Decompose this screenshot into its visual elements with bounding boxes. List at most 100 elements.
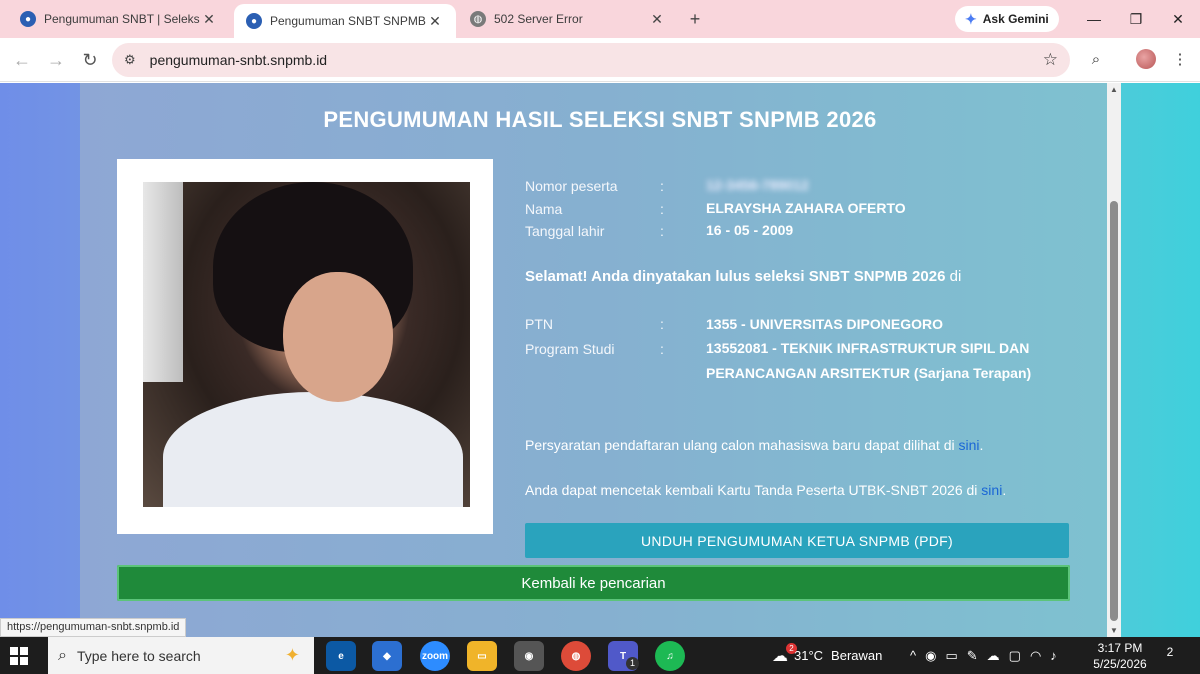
search-highlight-icon: ✦ (284, 645, 300, 665)
nomor-peserta-value: 12-3456-789012 (706, 177, 809, 193)
participant-photo (143, 182, 470, 507)
taskbar-search-box[interactable]: ⌕ Type here to search ✦ (48, 637, 314, 674)
tab-strip: ● Pengumuman SNBT | Seleksi Na ✕ ● Pengu… (0, 0, 1200, 38)
record-icon[interactable]: ◉ (925, 648, 936, 664)
pen-icon[interactable]: ✎ (967, 648, 978, 664)
congrats-message: Selamat! Anda dinyatakan lulus seleksi S… (525, 268, 961, 285)
colon: : (660, 341, 664, 357)
notification-center-icon[interactable]: 2 (1160, 645, 1180, 665)
tanggal-lahir-value: 16 - 05 - 2009 (706, 222, 794, 238)
windows-logo-pane (20, 657, 28, 665)
tab-502-server-error[interactable]: ◍ 502 Server Error ✕ (458, 0, 678, 38)
photo-background-pillar (143, 182, 183, 382)
forward-arrow-icon[interactable]: → (44, 48, 68, 72)
file-explorer-icon[interactable]: ▭ (467, 641, 497, 671)
wifi-icon[interactable]: ◠ (1030, 648, 1041, 664)
reload-icon[interactable]: ↻ (78, 48, 102, 72)
tab-title: Pengumuman SNBT | Seleksi Na (44, 12, 200, 26)
close-icon[interactable]: ✕ (200, 11, 218, 28)
system-tray: ^ ◉ ▭ ✎ ☁ ▢ ◠ ♪ (910, 637, 1057, 674)
status-bar-url: https://pengumuman-snbt.snpmb.id (0, 618, 187, 637)
requirements-link[interactable]: sini (959, 437, 980, 453)
scroll-down-icon[interactable]: ▼ (1110, 626, 1118, 635)
page-title: PENGUMUMAN HASIL SELEKSI SNBT SNPMB 2026 (323, 107, 877, 132)
taskbar-clock[interactable]: 3:17 PM 5/25/2026 (1088, 640, 1152, 672)
page-background: PENGUMUMAN HASIL SELEKSI SNBT SNPMB 2026… (0, 83, 1200, 637)
ask-gemini-button[interactable]: ✦ Ask Gemini (955, 6, 1059, 32)
windows-logo-pane (10, 647, 18, 655)
scrollbar-thumb[interactable] (1110, 201, 1118, 621)
gemini-sparkle-icon: ✦ (965, 10, 977, 27)
site-info-icon[interactable]: ⚙ (124, 52, 136, 68)
scroll-up-icon[interactable]: ▲ (1110, 85, 1118, 94)
photo-shirt (163, 392, 463, 507)
tab-title: 502 Server Error (494, 12, 583, 26)
participant-photo-frame (117, 159, 493, 534)
requirements-text: Persyaratan pendaftaran ulang calon maha… (525, 437, 983, 453)
edge-icon[interactable]: e (326, 641, 356, 671)
weather-widget[interactable]: ☁ 2 31°C Berawan (772, 637, 882, 674)
search-placeholder: Type here to search (76, 647, 201, 664)
volume-icon[interactable]: ♪ (1050, 648, 1057, 663)
windows-taskbar: ⌕ Type here to search ✦ e ◆ zoom ▭ ◉ ◍ T… (0, 637, 1200, 674)
tab-pengumuman-snbt-seleksi[interactable]: ● Pengumuman SNBT | Seleksi Na ✕ (8, 0, 230, 38)
globe-icon: ◍ (470, 11, 486, 27)
zoom-icon[interactable]: zoom (420, 641, 450, 671)
camera-icon[interactable]: ◉ (514, 641, 544, 671)
chrome-icon[interactable]: ◍ (561, 641, 591, 671)
close-icon[interactable]: ✕ (426, 13, 444, 30)
tab-title: Pengumuman SNBT SNPMB 20 (270, 14, 426, 28)
spotify-icon[interactable]: ♫ (655, 641, 685, 671)
tanggal-lahir-label: Tanggal lahir (525, 223, 605, 239)
chevron-up-icon[interactable]: ^ (910, 648, 916, 663)
print-card-text: Anda dapat mencetak kembali Kartu Tanda … (525, 482, 1006, 498)
windows-logo-pane (10, 657, 18, 665)
photos-app-icon[interactable]: ◆ (372, 641, 402, 671)
new-tab-button[interactable]: + (684, 8, 706, 30)
nomor-peserta-label: Nomor peserta (525, 178, 618, 194)
clock-time: 3:17 PM (1097, 641, 1143, 655)
requirements-sentence: Persyaratan pendaftaran ulang calon maha… (525, 437, 959, 453)
notification-count: 2 (1166, 645, 1174, 659)
congrats-bold: Selamat! Anda dinyatakan lulus seleksi S… (525, 268, 946, 285)
weather-badge: 2 (786, 643, 797, 654)
print-card-sentence: Anda dapat mencetak kembali Kartu Tanda … (525, 482, 982, 498)
close-window-icon[interactable]: ✕ (1156, 6, 1200, 32)
back-arrow-icon[interactable]: ← (10, 48, 34, 72)
clock-date: 5/25/2026 (1093, 657, 1147, 671)
url-text: pengumuman-snbt.snpmb.id (149, 52, 328, 68)
tab-pengumuman-snbt-snpmb[interactable]: ● Pengumuman SNBT SNPMB 20 ✕ (234, 4, 456, 38)
photo-face (283, 272, 393, 402)
close-icon[interactable]: ✕ (648, 11, 666, 28)
scrollbar[interactable]: ▲ ▼ (1107, 83, 1121, 637)
colon: : (660, 223, 664, 239)
search-icon: ⌕ (58, 646, 67, 664)
restore-icon[interactable]: ❐ (1114, 6, 1158, 32)
ptn-label: PTN (525, 316, 553, 332)
windows-logo-pane (20, 647, 28, 655)
print-card-link[interactable]: sini (981, 482, 1002, 498)
battery-icon[interactable]: ▭ (945, 648, 957, 664)
bookmark-star-icon[interactable]: ☆ (1043, 50, 1058, 70)
cloud-sync-icon[interactable]: ☁ (987, 648, 1000, 664)
colon: : (660, 178, 664, 194)
browser-toolbar: ← → ↻ ⚙ pengumuman-snbt.snpmb.id ☆ ⌕ ⋮ (0, 38, 1200, 82)
weather-temperature: 31°C (794, 648, 824, 663)
period: . (979, 437, 984, 453)
display-icon[interactable]: ▢ (1009, 648, 1021, 664)
ptn-value: 1355 - UNIVERSITAS DIPONEGORO (706, 316, 944, 332)
address-bar[interactable]: ⚙ pengumuman-snbt.snpmb.id ☆ (112, 43, 1070, 77)
lens-search-icon[interactable]: ⌕ (1084, 48, 1108, 72)
congrats-tail: di (945, 268, 962, 285)
colon: : (660, 201, 664, 217)
windows-start-icon[interactable] (10, 647, 28, 665)
minimize-icon[interactable]: — (1072, 6, 1116, 32)
download-announcement-button[interactable]: UNDUH PENGUMUMAN KETUA SNPMB (PDF) (525, 523, 1069, 558)
profile-avatar[interactable] (1136, 49, 1156, 69)
menu-dots-icon[interactable]: ⋮ (1168, 48, 1192, 72)
kemdikbud-favicon-icon: ● (20, 11, 36, 27)
weather-condition: Berawan (831, 648, 883, 663)
back-to-search-button[interactable]: Kembali ke pencarian (117, 565, 1070, 601)
program-studi-value: 13552081 - TEKNIK INFRASTRUKTUR SIPIL DA… (706, 340, 1032, 381)
teams-badge: 1 (626, 657, 639, 670)
